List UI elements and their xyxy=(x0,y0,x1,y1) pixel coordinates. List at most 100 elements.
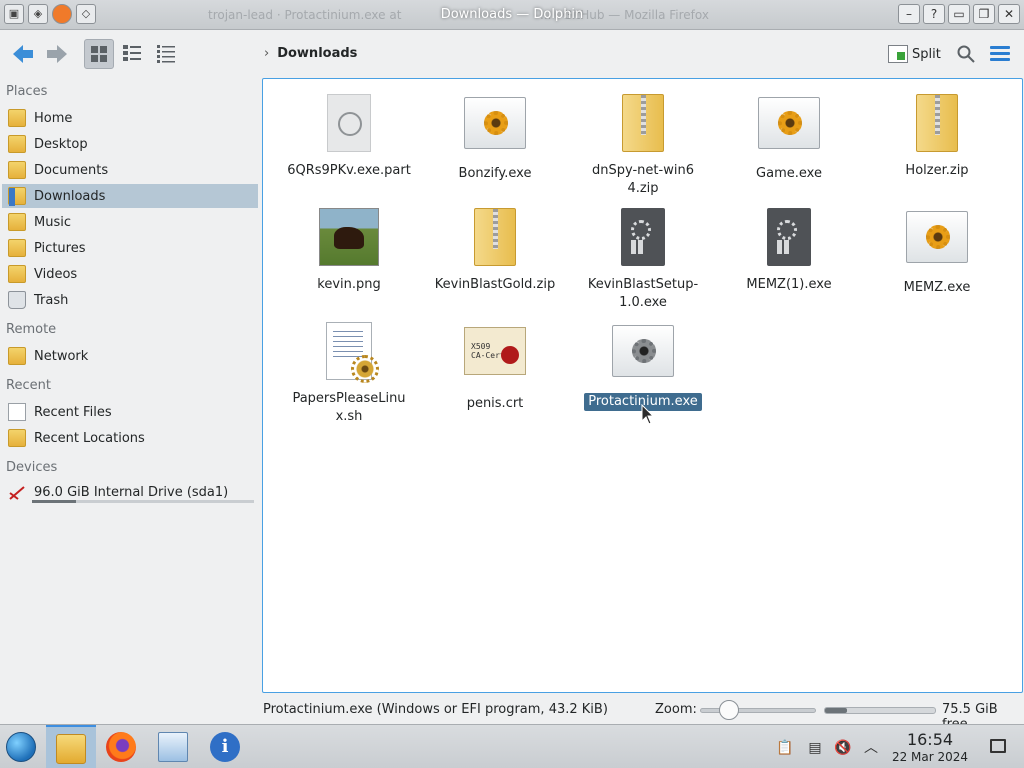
image-thumbnail-icon xyxy=(317,208,381,272)
network-folder-icon xyxy=(8,347,26,365)
file-name: Game.exe xyxy=(756,166,822,181)
zoom-slider-handle[interactable] xyxy=(719,700,739,720)
sidebar-item-label: Pictures xyxy=(34,240,86,256)
trash-icon xyxy=(8,291,26,309)
home-folder-icon xyxy=(8,109,26,127)
window-title: Downloads — Dolphin xyxy=(440,7,584,22)
status-bar: Protactinium.exe (Windows or EFI program… xyxy=(0,694,1024,732)
file-item[interactable]: KevinBlastGold.zip xyxy=(425,205,565,294)
forward-button[interactable] xyxy=(42,40,72,70)
file-item[interactable]: PapersPleaseLinux.sh xyxy=(279,319,419,426)
sidebar-item-label: Network xyxy=(34,348,89,364)
file-item-selected[interactable]: Protactinium.exe xyxy=(573,319,713,411)
sidebar-item-label: Videos xyxy=(34,266,78,282)
arrow-left-icon xyxy=(13,45,33,63)
sidebar-item-recent-locations[interactable]: Recent Locations xyxy=(2,426,258,450)
section-recent: Recent xyxy=(6,378,51,393)
certificate-label: X509 CA-Cert xyxy=(471,342,505,360)
sidebar-item-documents[interactable]: Documents xyxy=(2,158,258,182)
file-name: penis.crt xyxy=(466,396,524,411)
file-item[interactable]: Game.exe xyxy=(719,91,859,183)
file-item[interactable]: X509 CA-Cert penis.crt xyxy=(425,319,565,413)
breadcrumb-downloads[interactable]: Downloads xyxy=(277,46,357,61)
battery-icon[interactable]: ▤ xyxy=(806,739,824,757)
zoom-slider[interactable] xyxy=(700,708,816,713)
dolphin-folder-icon xyxy=(56,734,86,764)
task-dolphin[interactable] xyxy=(46,725,96,768)
back-button[interactable] xyxy=(8,40,38,70)
executable-icon xyxy=(463,97,527,161)
clock[interactable]: 16:54 22 Mar 2024 xyxy=(888,731,972,765)
clock-time: 16:54 xyxy=(906,730,954,749)
file-view[interactable]: 6QRs9PKv.exe.part Bonzify.exe dnSpy-net-… xyxy=(262,78,1023,693)
details-view-button[interactable] xyxy=(152,39,182,69)
taskbar: i 📋 ▤ 🔇 ︿ 16:54 22 Mar 2024 xyxy=(0,724,1024,768)
help-button[interactable]: ? xyxy=(923,4,945,24)
application-launcher-icon[interactable] xyxy=(6,732,36,762)
executable-icon xyxy=(611,325,675,389)
minimize-button[interactable]: – xyxy=(898,4,920,24)
file-item[interactable]: dnSpy-net-win64.zip xyxy=(573,91,713,198)
search-button[interactable] xyxy=(956,44,976,64)
executable-icon xyxy=(757,97,821,161)
file-item[interactable]: MEMZ.exe xyxy=(867,205,1007,297)
show-desktop-icon[interactable] xyxy=(990,739,1006,753)
sidebar-item-music[interactable]: Music xyxy=(2,210,258,234)
file-item[interactable]: Bonzify.exe xyxy=(425,91,565,183)
hamburger-menu-icon[interactable] xyxy=(990,46,1010,62)
sidebar-item-desktop[interactable]: Desktop xyxy=(2,132,258,156)
system-monitor-icon xyxy=(158,732,188,762)
file-name: dnSpy-net-win64.zip xyxy=(592,163,694,196)
file-item[interactable]: kevin.png xyxy=(279,205,419,294)
file-name: MEMZ(1).exe xyxy=(746,277,832,292)
hard-drive-icon xyxy=(8,483,26,501)
file-item[interactable]: Holzer.zip xyxy=(867,91,1007,180)
sidebar-item-pictures[interactable]: Pictures xyxy=(2,236,258,260)
compact-view-icon xyxy=(123,45,141,61)
icons-view-button[interactable] xyxy=(84,39,114,69)
file-item[interactable]: 6QRs9PKv.exe.part xyxy=(279,91,419,180)
task-system-settings[interactable] xyxy=(148,725,198,768)
split-label: Split xyxy=(912,46,941,62)
split-view-icon xyxy=(888,45,908,63)
recent-files-icon xyxy=(8,403,26,421)
sidebar-item-label: Recent Locations xyxy=(34,430,145,446)
file-item[interactable]: MEMZ(1).exe xyxy=(719,205,859,294)
maximize-button[interactable]: ❐ xyxy=(973,4,995,24)
sidebar-item-label: Trash xyxy=(34,292,69,308)
videos-folder-icon xyxy=(8,265,26,283)
search-icon xyxy=(957,45,975,63)
close-button[interactable]: ✕ xyxy=(998,4,1020,24)
sidebar-item-trash[interactable]: Trash xyxy=(2,288,258,312)
grid-view-icon xyxy=(91,46,107,62)
free-space-bar xyxy=(824,707,936,714)
details-view-icon xyxy=(157,45,175,63)
volume-muted-icon[interactable]: 🔇 xyxy=(834,739,852,757)
file-item[interactable]: KevinBlastSetup-1.0.exe xyxy=(573,205,713,312)
task-firefox[interactable] xyxy=(96,725,146,768)
sidebar-item-recent-files[interactable]: Recent Files xyxy=(2,400,258,424)
file-name: KevinBlastGold.zip xyxy=(434,277,556,292)
breadcrumb[interactable]: › Downloads xyxy=(264,46,357,61)
places-sidebar: Places Home Desktop Documents Downloads … xyxy=(0,78,258,692)
shade-button[interactable]: ▭ xyxy=(948,4,970,24)
binary-executable-icon xyxy=(757,208,821,272)
sidebar-item-network[interactable]: Network xyxy=(2,344,258,368)
documents-folder-icon xyxy=(8,161,26,179)
music-folder-icon xyxy=(8,213,26,231)
titlebar-right-buttons: – ? ▭ ❐ ✕ xyxy=(898,4,1020,24)
clipboard-icon[interactable]: 📋 xyxy=(776,739,794,757)
clock-date: 22 Mar 2024 xyxy=(891,750,969,764)
mouse-cursor-icon xyxy=(641,404,655,425)
sidebar-item-home[interactable]: Home xyxy=(2,106,258,130)
sidebar-item-videos[interactable]: Videos xyxy=(2,262,258,286)
split-button[interactable]: Split xyxy=(888,43,941,65)
title-bar: ▣ ◈ ◇ trojan-lead · Protactinium.exe at … xyxy=(0,0,1024,30)
task-info-center[interactable]: i xyxy=(200,725,250,768)
sidebar-item-label: Music xyxy=(34,214,71,230)
chevron-up-icon[interactable]: ︿ xyxy=(862,739,880,757)
sidebar-item-downloads[interactable]: Downloads xyxy=(2,184,258,208)
file-name: MEMZ.exe xyxy=(903,280,971,295)
info-icon: i xyxy=(210,732,240,762)
compact-view-button[interactable] xyxy=(118,39,148,69)
